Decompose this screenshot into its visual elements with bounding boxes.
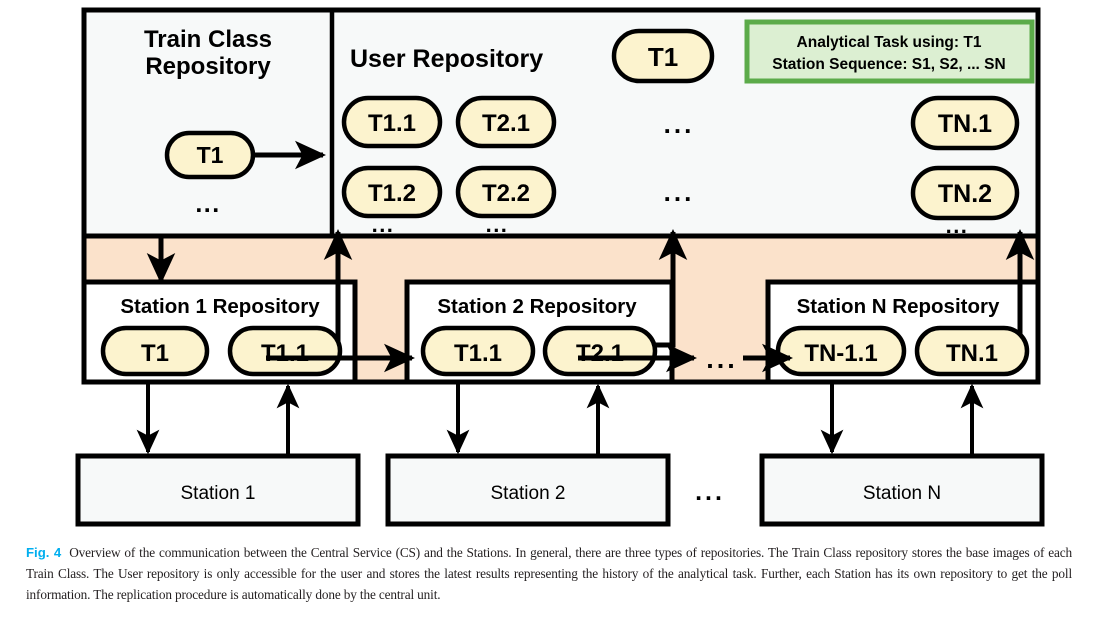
communication-band	[84, 236, 1038, 282]
user-repo-row2-ellipsis: ...	[664, 177, 695, 207]
station-n-label: Station N	[863, 483, 941, 504]
station-link-arrows	[136, 382, 984, 456]
stations-ellipsis: ...	[695, 478, 725, 506]
train-class-ellipsis: ...	[195, 190, 220, 218]
train-class-node-t1-label: T1	[197, 142, 224, 168]
figure-caption: Fig. 4 Overview of the communication bet…	[26, 542, 1072, 605]
user-repo-node-t1-2-label: T1.2	[368, 180, 416, 207]
station-n-repository-title: Station N Repository	[797, 295, 1000, 318]
user-repo-node-t2-1-label: T2.1	[482, 110, 530, 137]
figure-caption-text: Overview of the communication between th…	[26, 545, 1072, 602]
user-repo-col1-ellipsis: ...	[372, 212, 395, 237]
user-repo-title: User Repository	[350, 45, 543, 73]
station-2-repository-title: Station 2 Repository	[437, 295, 637, 318]
station-1-label: Station 1	[181, 483, 256, 504]
user-repo-node-t2-2-label: T2.2	[482, 180, 530, 207]
repo-chain-ellipsis: ...	[706, 344, 738, 374]
figure-label: Fig. 4	[26, 545, 62, 560]
user-repo-col2-ellipsis: ...	[486, 212, 509, 237]
user-repo-node-tn-1-label: TN.1	[938, 110, 992, 138]
station2-node-t1-1-label: T1.1	[454, 340, 502, 367]
station2-node-t2-1-label: T2.1	[576, 340, 624, 367]
user-repo-node-t1-label: T1	[648, 42, 678, 72]
user-repo-coln-ellipsis: ...	[946, 213, 969, 238]
band-gap-1	[355, 282, 407, 382]
train-class-repo-title-line2: Repository	[145, 53, 271, 80]
user-repo-row1-ellipsis: ...	[664, 109, 695, 139]
station-2-label: Station 2	[491, 483, 566, 504]
figure-diagram: Train Class Repository T1 ... User Repos…	[0, 0, 1094, 535]
station-1-repository-title: Station 1 Repository	[120, 295, 320, 318]
train-class-repo-title-line1: Train Class	[144, 26, 272, 53]
station1-node-t1-1-label: T1.1	[261, 340, 309, 367]
user-repo-node-tn-2-label: TN.2	[938, 180, 992, 208]
stationn-node-tn-1-1-label: TN-1.1	[804, 340, 877, 367]
station1-node-t1-label: T1	[141, 340, 169, 367]
analytical-task-line2: Station Sequence: S1, S2, ... SN	[772, 56, 1005, 73]
analytical-task-line1: Analytical Task using: T1	[797, 34, 982, 51]
user-repo-node-t1-1-label: T1.1	[368, 110, 416, 137]
stationn-node-tn-1-label: TN.1	[946, 340, 998, 367]
stations-row: Station 1 Station 2 ... Station N	[75, 453, 1045, 527]
